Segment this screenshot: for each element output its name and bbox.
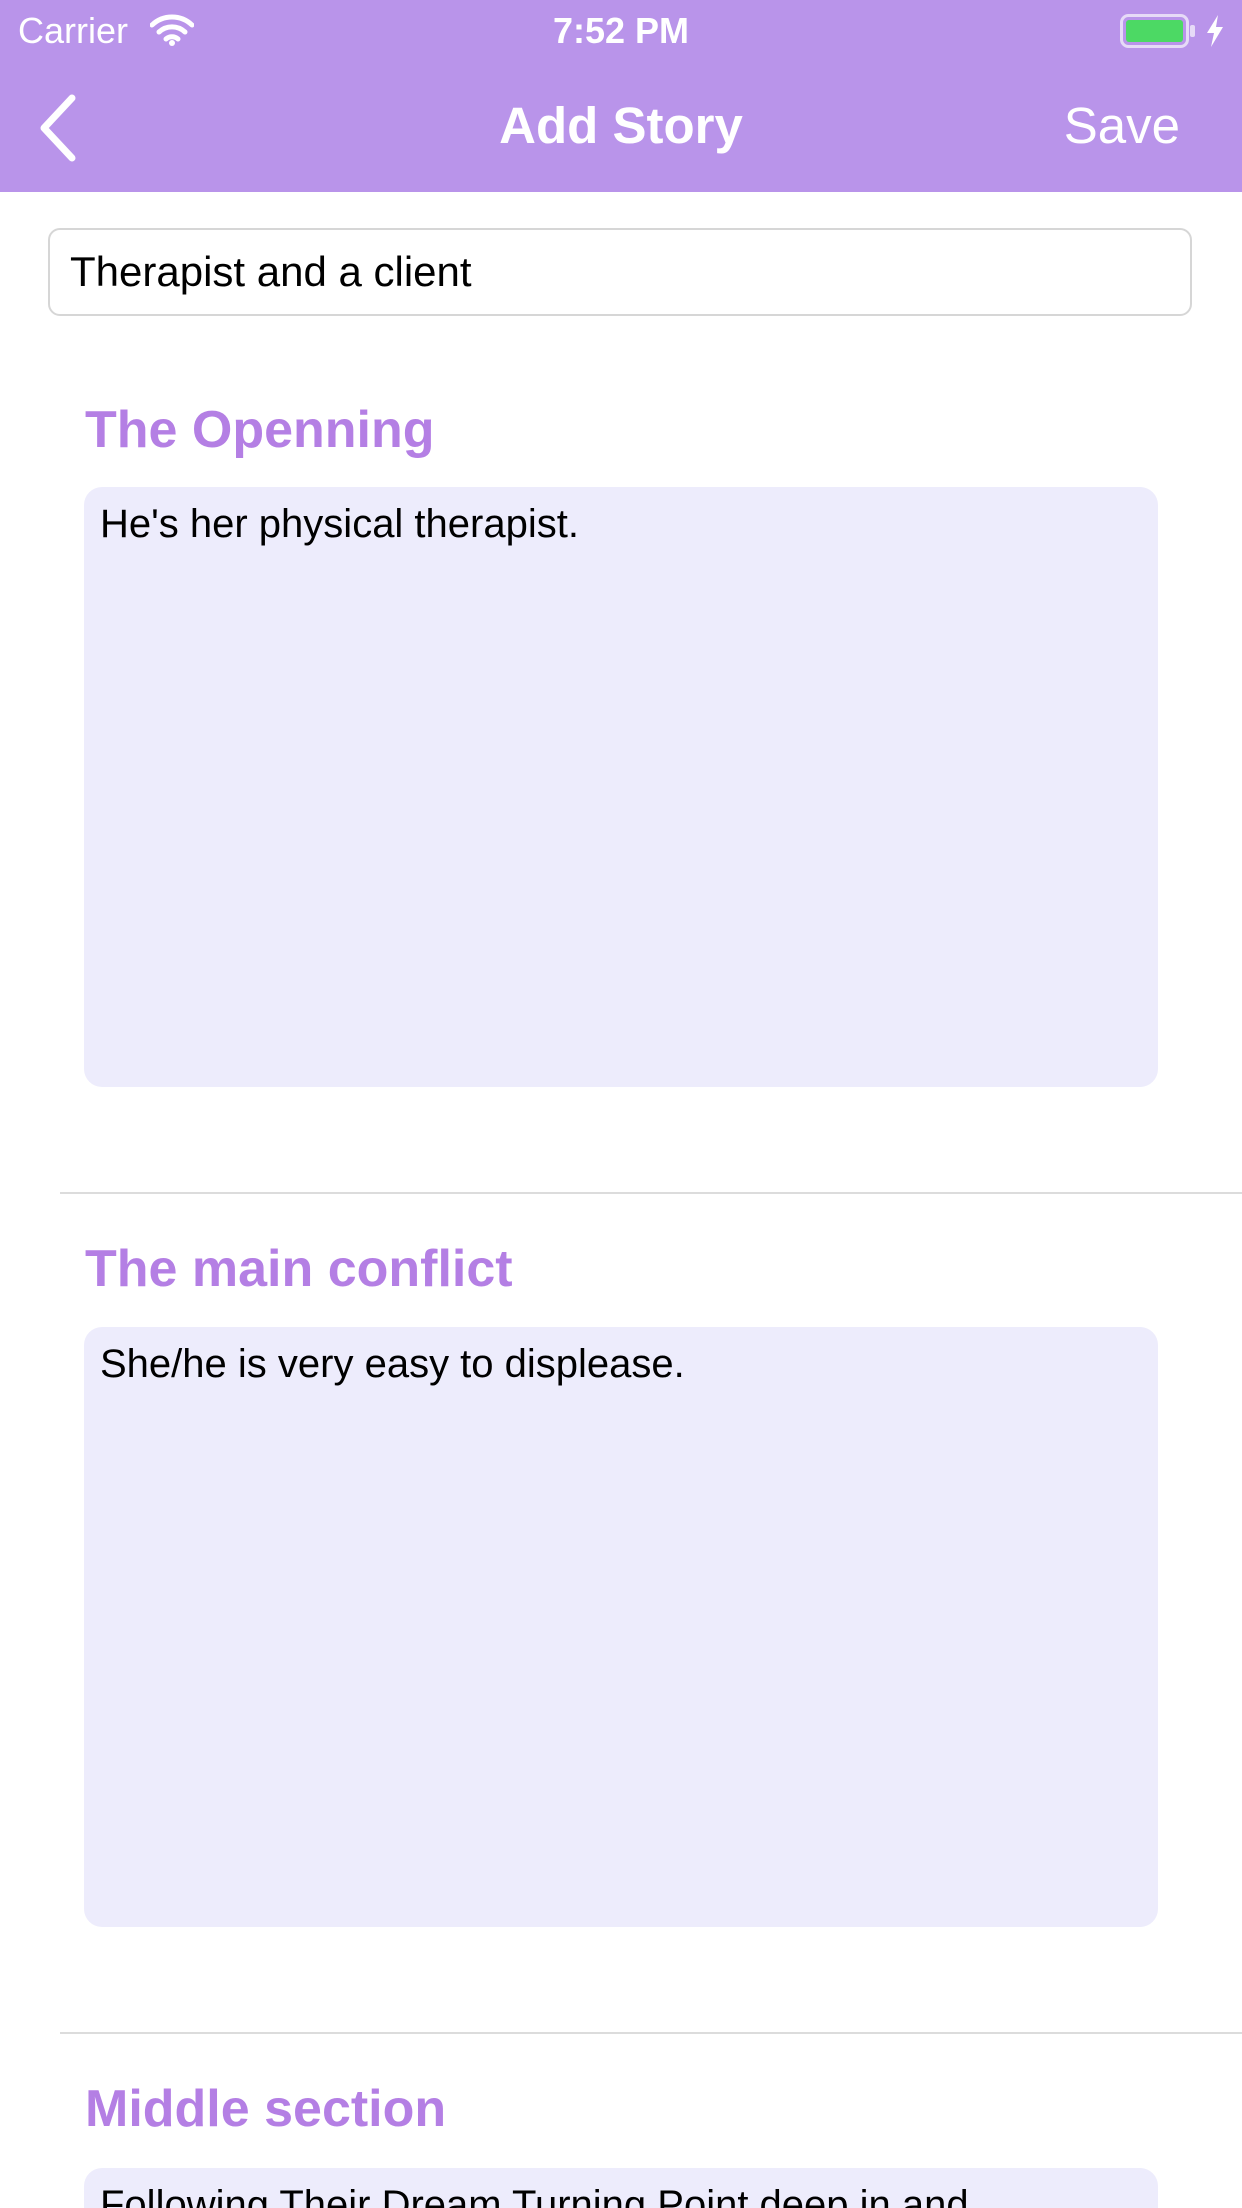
section-divider — [60, 2032, 1242, 2034]
section-divider — [60, 1192, 1242, 1194]
page-title: Add Story — [499, 97, 743, 154]
story-title-input[interactable] — [48, 228, 1192, 316]
battery-icon — [1120, 14, 1196, 48]
status-time: 7:52 PM — [552, 10, 690, 51]
save-button[interactable]: Save — [1064, 94, 1180, 158]
opening-heading: The Openning — [85, 401, 435, 459]
main-conflict-heading: The main conflict — [85, 1240, 513, 1298]
status-bar: Carrier 7:52 PM — [0, 0, 1242, 62]
middle-section-text-area[interactable]: Following Their Dream Turning Point deep… — [84, 2168, 1158, 2208]
navigation-bar: Add Story Save — [0, 62, 1242, 192]
middle-section-heading: Middle section — [85, 2080, 447, 2138]
opening-text-area[interactable]: He's her physical therapist. — [84, 487, 1158, 1087]
main-conflict-text-area[interactable]: She/he is very easy to displease. — [84, 1327, 1158, 1927]
charging-bolt-icon — [1204, 14, 1226, 48]
top-bar: Carrier 7:52 PM Add Story Save — [0, 0, 1242, 192]
